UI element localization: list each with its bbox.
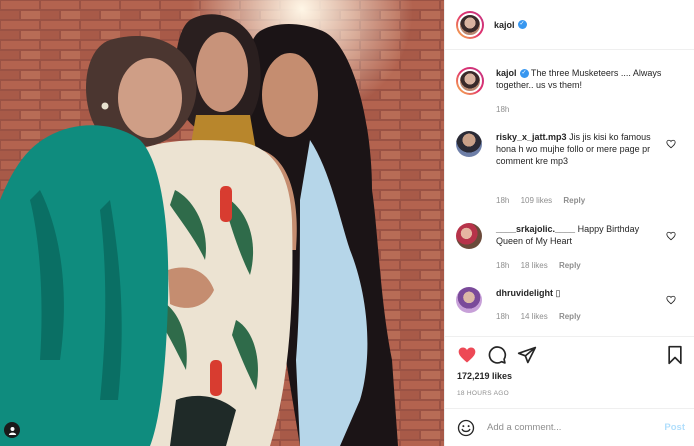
comment-heart-icon[interactable] (666, 295, 676, 305)
post-header: kajol ✓ (445, 0, 694, 50)
post-actions: 172,219 likes 18 HOURS AGO (445, 336, 694, 397)
reply-button[interactable]: Reply (563, 196, 585, 205)
caption-username[interactable]: kajol (496, 68, 517, 78)
post-timestamp: 18 HOURS AGO (457, 390, 510, 397)
header-username[interactable]: kajol (494, 20, 515, 30)
comment-time: 18h (496, 312, 510, 321)
comment-icon[interactable] (487, 345, 507, 365)
avatar[interactable] (456, 287, 482, 313)
comment-input[interactable]: Add a comment... (487, 422, 664, 433)
likes-count[interactable]: 172,219 likes (457, 371, 512, 381)
caption: kajol ✓ The three Musketeers .... Always … (456, 67, 686, 117)
photo-illustration (0, 0, 444, 446)
verified-badge-icon: ✓ (517, 20, 527, 29)
comment-username[interactable]: dhruvidelight (496, 288, 553, 298)
comment-item: risky_x_jatt.mp3 Jis jis kisi ko famous … (456, 131, 686, 211)
post-button[interactable]: Post (664, 422, 685, 433)
add-comment-bar: Add a comment... Post (445, 408, 694, 446)
comments-list[interactable]: kajol ✓ The three Musketeers .... Always … (445, 51, 694, 335)
comment-username[interactable]: ____srkajolic.____ (496, 224, 575, 234)
verified-badge-icon: ✓ (519, 69, 529, 79)
reply-button[interactable]: Reply (559, 312, 581, 321)
caption-time: 18h (496, 105, 510, 114)
comment-item: dhruvidelight ▯ 18h 14 likes Reply (456, 287, 686, 331)
avatar[interactable] (456, 67, 484, 95)
post-photo[interactable] (0, 0, 444, 446)
avatar[interactable] (456, 10, 484, 39)
paper-plane-icon[interactable] (517, 345, 537, 365)
comment-time: 18h (496, 261, 510, 270)
avatar[interactable] (456, 131, 482, 157)
reply-button[interactable]: Reply (559, 261, 581, 270)
smiley-icon[interactable] (457, 419, 475, 437)
bookmark-icon[interactable] (665, 345, 685, 365)
avatar[interactable] (456, 223, 482, 249)
heart-icon[interactable] (457, 345, 477, 365)
comment-heart-icon[interactable] (666, 139, 676, 149)
comment-heart-icon[interactable] (666, 231, 676, 241)
comment-time: 18h (496, 196, 510, 205)
comment-username[interactable]: risky_x_jatt.mp3 (496, 132, 567, 142)
post-side-panel: kajol ✓ kajol ✓ The three Musketeers ....… (444, 0, 694, 446)
post-viewer: kajol ✓ kajol ✓ The three Musketeers ....… (0, 0, 694, 446)
comment-likes[interactable]: 18 likes (521, 261, 548, 270)
user-tag-icon[interactable] (4, 422, 20, 438)
comment-likes[interactable]: 109 likes (521, 196, 553, 205)
comment-item: ____srkajolic.____ Happy Birthday Queen … (456, 223, 686, 275)
comment-text: ▯ (555, 288, 561, 298)
comment-likes[interactable]: 14 likes (521, 312, 548, 321)
